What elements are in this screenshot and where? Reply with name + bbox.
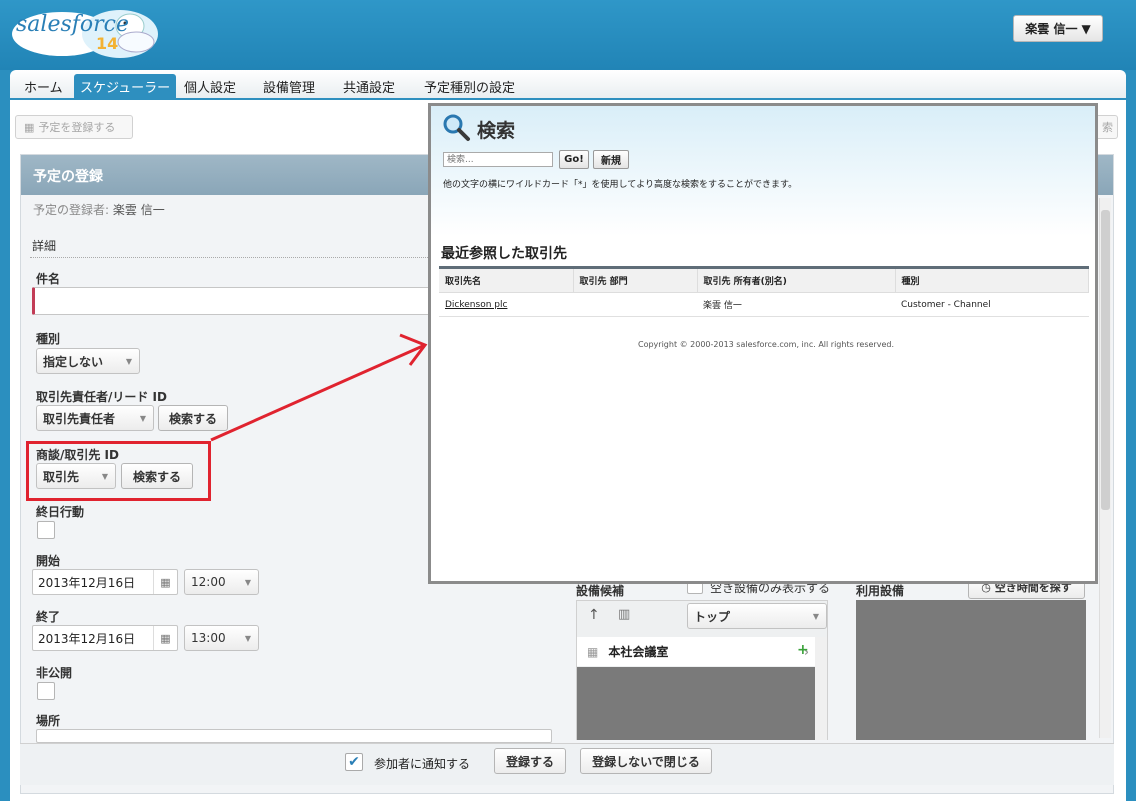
chevron-down-icon: ▼ <box>244 634 251 643</box>
popup-title: 検索 <box>477 120 516 142</box>
subject-label: 件名 <box>36 272 61 286</box>
register-button[interactable]: 登録する <box>494 748 566 774</box>
equipment-candidates-label: 設備候補 <box>576 584 625 598</box>
calendar-icon[interactable]: ▦ <box>153 570 177 594</box>
contact-label: 取引先責任者/リード ID <box>36 390 167 404</box>
form-footer <box>20 743 1114 785</box>
search-popup: 検索 Go! 新規 他の文字の横にワイルドカード「*」を使用してより高度な検索を… <box>428 103 1098 584</box>
calendar-icon[interactable]: ▦ <box>153 626 177 650</box>
column-header: 取引先 所有者(別名) <box>697 267 896 293</box>
scrollbar-thumb[interactable] <box>1101 210 1110 510</box>
type-select[interactable]: 指定しない ▼ <box>36 348 140 374</box>
popup-header <box>431 106 1095 236</box>
private-label: 非公開 <box>36 666 73 680</box>
tab-bar: ホーム スケジューラー 個人設定 設備管理 共通設定 予定種別の設定 <box>10 70 1126 100</box>
register-event-top-button[interactable]: ▦ 予定を登録する <box>15 115 133 139</box>
equipment-item-hq-room[interactable]: ▦ 本社会議室 › <box>577 637 815 666</box>
equipment-scrollbar[interactable] <box>815 637 827 740</box>
up-arrow-icon[interactable]: ↑ <box>588 607 600 623</box>
start-label: 開始 <box>36 554 61 568</box>
go-button[interactable]: Go! <box>559 150 589 169</box>
logo-badge: 14 <box>96 34 119 53</box>
user-menu-button[interactable]: 楽雲 信一 ▼ <box>1013 15 1103 42</box>
table-cell <box>573 292 697 317</box>
salesforce-logo[interactable]: salesforce 14 <box>10 4 160 60</box>
table-cell[interactable]: Dickenson plc <box>439 292 573 317</box>
wildcard-help-text: 他の文字の横にワイルドカード「*」を使用してより高度な検索をすることができます。 <box>443 180 798 190</box>
recent-accounts-table: 取引先名 取引先 部門 取引先 所有者(別名) 種別 Dickenson plc… <box>439 266 1089 317</box>
column-header: 種別 <box>895 267 1089 293</box>
column-header: 取引先 部門 <box>573 267 698 293</box>
chevron-down-icon: ▼ <box>139 414 146 423</box>
tab-home[interactable]: ホーム <box>18 74 69 98</box>
close-without-register-button[interactable]: 登録しないで閉じる <box>580 748 712 774</box>
top-select[interactable]: トップ ▼ <box>687 603 827 629</box>
end-time-select[interactable]: 13:00 ▼ <box>184 625 259 651</box>
table-row: Dickenson plc 楽雲 信一 Customer - Channel <box>439 292 1089 317</box>
table-cell: Customer - Channel <box>895 292 1089 317</box>
in-use-equipment-area <box>856 600 1086 740</box>
magnifier-icon <box>441 112 471 142</box>
section-divider <box>30 257 450 258</box>
user-name: 楽雲 信一 <box>1025 22 1078 36</box>
table-cell: 楽雲 信一 <box>697 292 895 317</box>
end-date-input[interactable]: 2013年12月16日 ▦ <box>32 625 178 651</box>
notify-label: 参加者に通知する <box>374 757 471 771</box>
highlight-box <box>26 441 211 501</box>
chevron-down-icon: ▼ <box>812 612 819 621</box>
location-label: 場所 <box>36 714 61 728</box>
page-scrollbar[interactable] <box>1099 198 1111 738</box>
type-label: 種別 <box>36 332 61 346</box>
chevron-down-icon: ▼ <box>244 578 251 587</box>
allday-label: 終日行動 <box>36 505 85 519</box>
start-time-select[interactable]: 12:00 ▼ <box>184 569 259 595</box>
end-label: 終了 <box>36 610 61 624</box>
column-header: 取引先名 <box>439 267 574 293</box>
add-icon[interactable]: + <box>797 642 809 658</box>
location-input[interactable] <box>36 729 552 743</box>
building-icon[interactable]: ▥ <box>618 607 630 622</box>
table-header-row: 取引先名 取引先 部門 取引先 所有者(別名) 種別 <box>439 267 1089 293</box>
grid-icon: ▦ <box>587 644 599 659</box>
private-checkbox[interactable] <box>37 682 55 700</box>
recent-accounts-title: 最近参照した取引先 <box>441 246 567 262</box>
section-detail: 詳細 <box>32 239 57 253</box>
tab-personal-settings[interactable]: 個人設定 <box>178 74 242 98</box>
account-link[interactable]: Dickenson plc <box>445 300 507 310</box>
registrant-info: 予定の登録者: 楽雲 信一 <box>33 203 165 217</box>
in-use-equipment-label: 利用設備 <box>856 584 905 598</box>
contact-select[interactable]: 取引先責任者 ▼ <box>36 405 154 431</box>
app-header: salesforce 14 楽雲 信一 ▼ <box>0 0 1136 70</box>
notify-checkbox[interactable]: ✔ <box>345 753 363 771</box>
allday-checkbox[interactable] <box>37 521 55 539</box>
tab-equipment-management[interactable]: 設備管理 <box>257 74 321 98</box>
checkmark-icon: ✔ <box>348 754 360 770</box>
tab-event-type-settings[interactable]: 予定種別の設定 <box>418 74 521 98</box>
calendar-plus-icon: ▦ <box>24 120 35 134</box>
chevron-down-icon: ▼ <box>125 357 132 366</box>
registrant-name: 楽雲 信一 <box>112 203 165 217</box>
equipment-list-area <box>577 667 815 740</box>
caret-down-icon: ▼ <box>1081 21 1091 36</box>
contact-search-button[interactable]: 検索する <box>158 405 228 431</box>
copyright-text: Copyright © 2000-2013 salesforce.com, in… <box>637 340 894 349</box>
tab-common-settings[interactable]: 共通設定 <box>337 74 401 98</box>
new-button[interactable]: 新規 <box>593 150 629 169</box>
tab-scheduler[interactable]: スケジューラー <box>74 74 177 98</box>
subject-input[interactable] <box>32 287 432 315</box>
start-date-input[interactable]: 2013年12月16日 ▦ <box>32 569 178 595</box>
popup-search-input[interactable] <box>443 152 553 167</box>
